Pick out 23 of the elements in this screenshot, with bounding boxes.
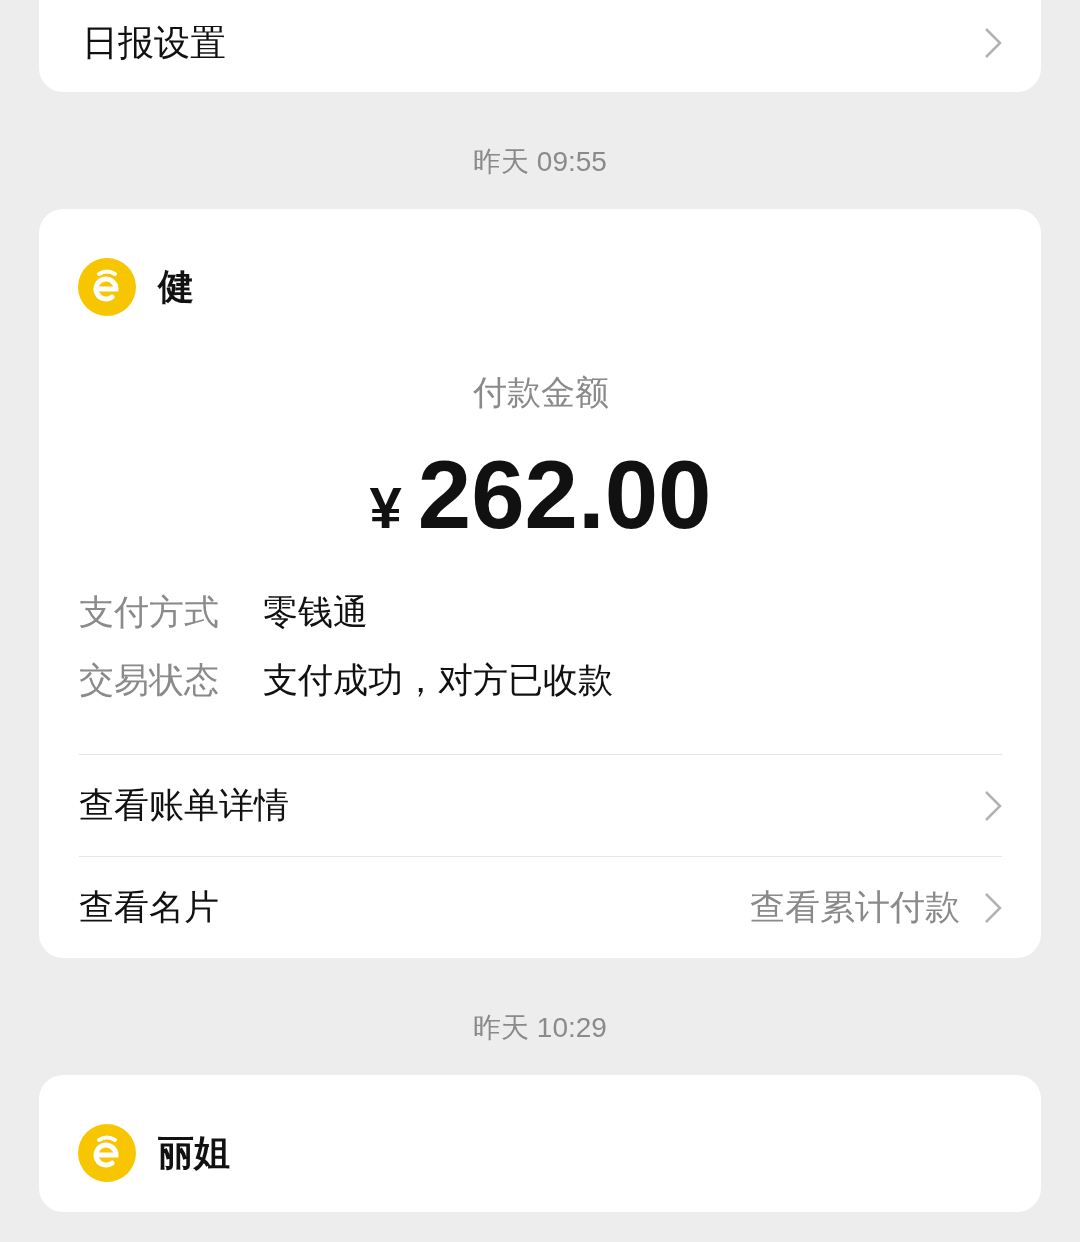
merchant-icon (78, 258, 136, 316)
settings-label: 日报设置 (82, 21, 226, 65)
detail-label: 支付方式 (79, 591, 219, 633)
merchant-icon (78, 1124, 136, 1182)
amount-label: 付款金额 (471, 372, 610, 413)
link-label: 查看账单详情 (79, 784, 289, 826)
detail-value: 支付成功，对方已收款 (263, 659, 613, 701)
payer-name: 丽姐 (158, 1131, 230, 1175)
payer-name: 健 (158, 265, 194, 309)
link-row[interactable]: 查看账单详情 (79, 755, 1002, 856)
link-row[interactable]: 查看名片 查看累计付款 (79, 856, 1002, 958)
chevron-icon (984, 891, 1002, 924)
detail-label: 交易状态 (79, 659, 219, 701)
currency-symbol: ¥ (369, 474, 402, 542)
amount-value: 262.00 (417, 445, 712, 545)
link-extra: 查看累计付款 (750, 886, 960, 928)
settings-row[interactable]: 日报设置 (39, 0, 1041, 92)
message-time: 昨天 09:55 (473, 146, 607, 177)
chevron-icon (984, 789, 1002, 822)
message-time: 昨天 10:29 (473, 1012, 607, 1043)
chevron-icon (984, 27, 1002, 59)
link-label: 查看名片 (79, 886, 219, 928)
detail-value: 零钱通 (263, 591, 368, 633)
